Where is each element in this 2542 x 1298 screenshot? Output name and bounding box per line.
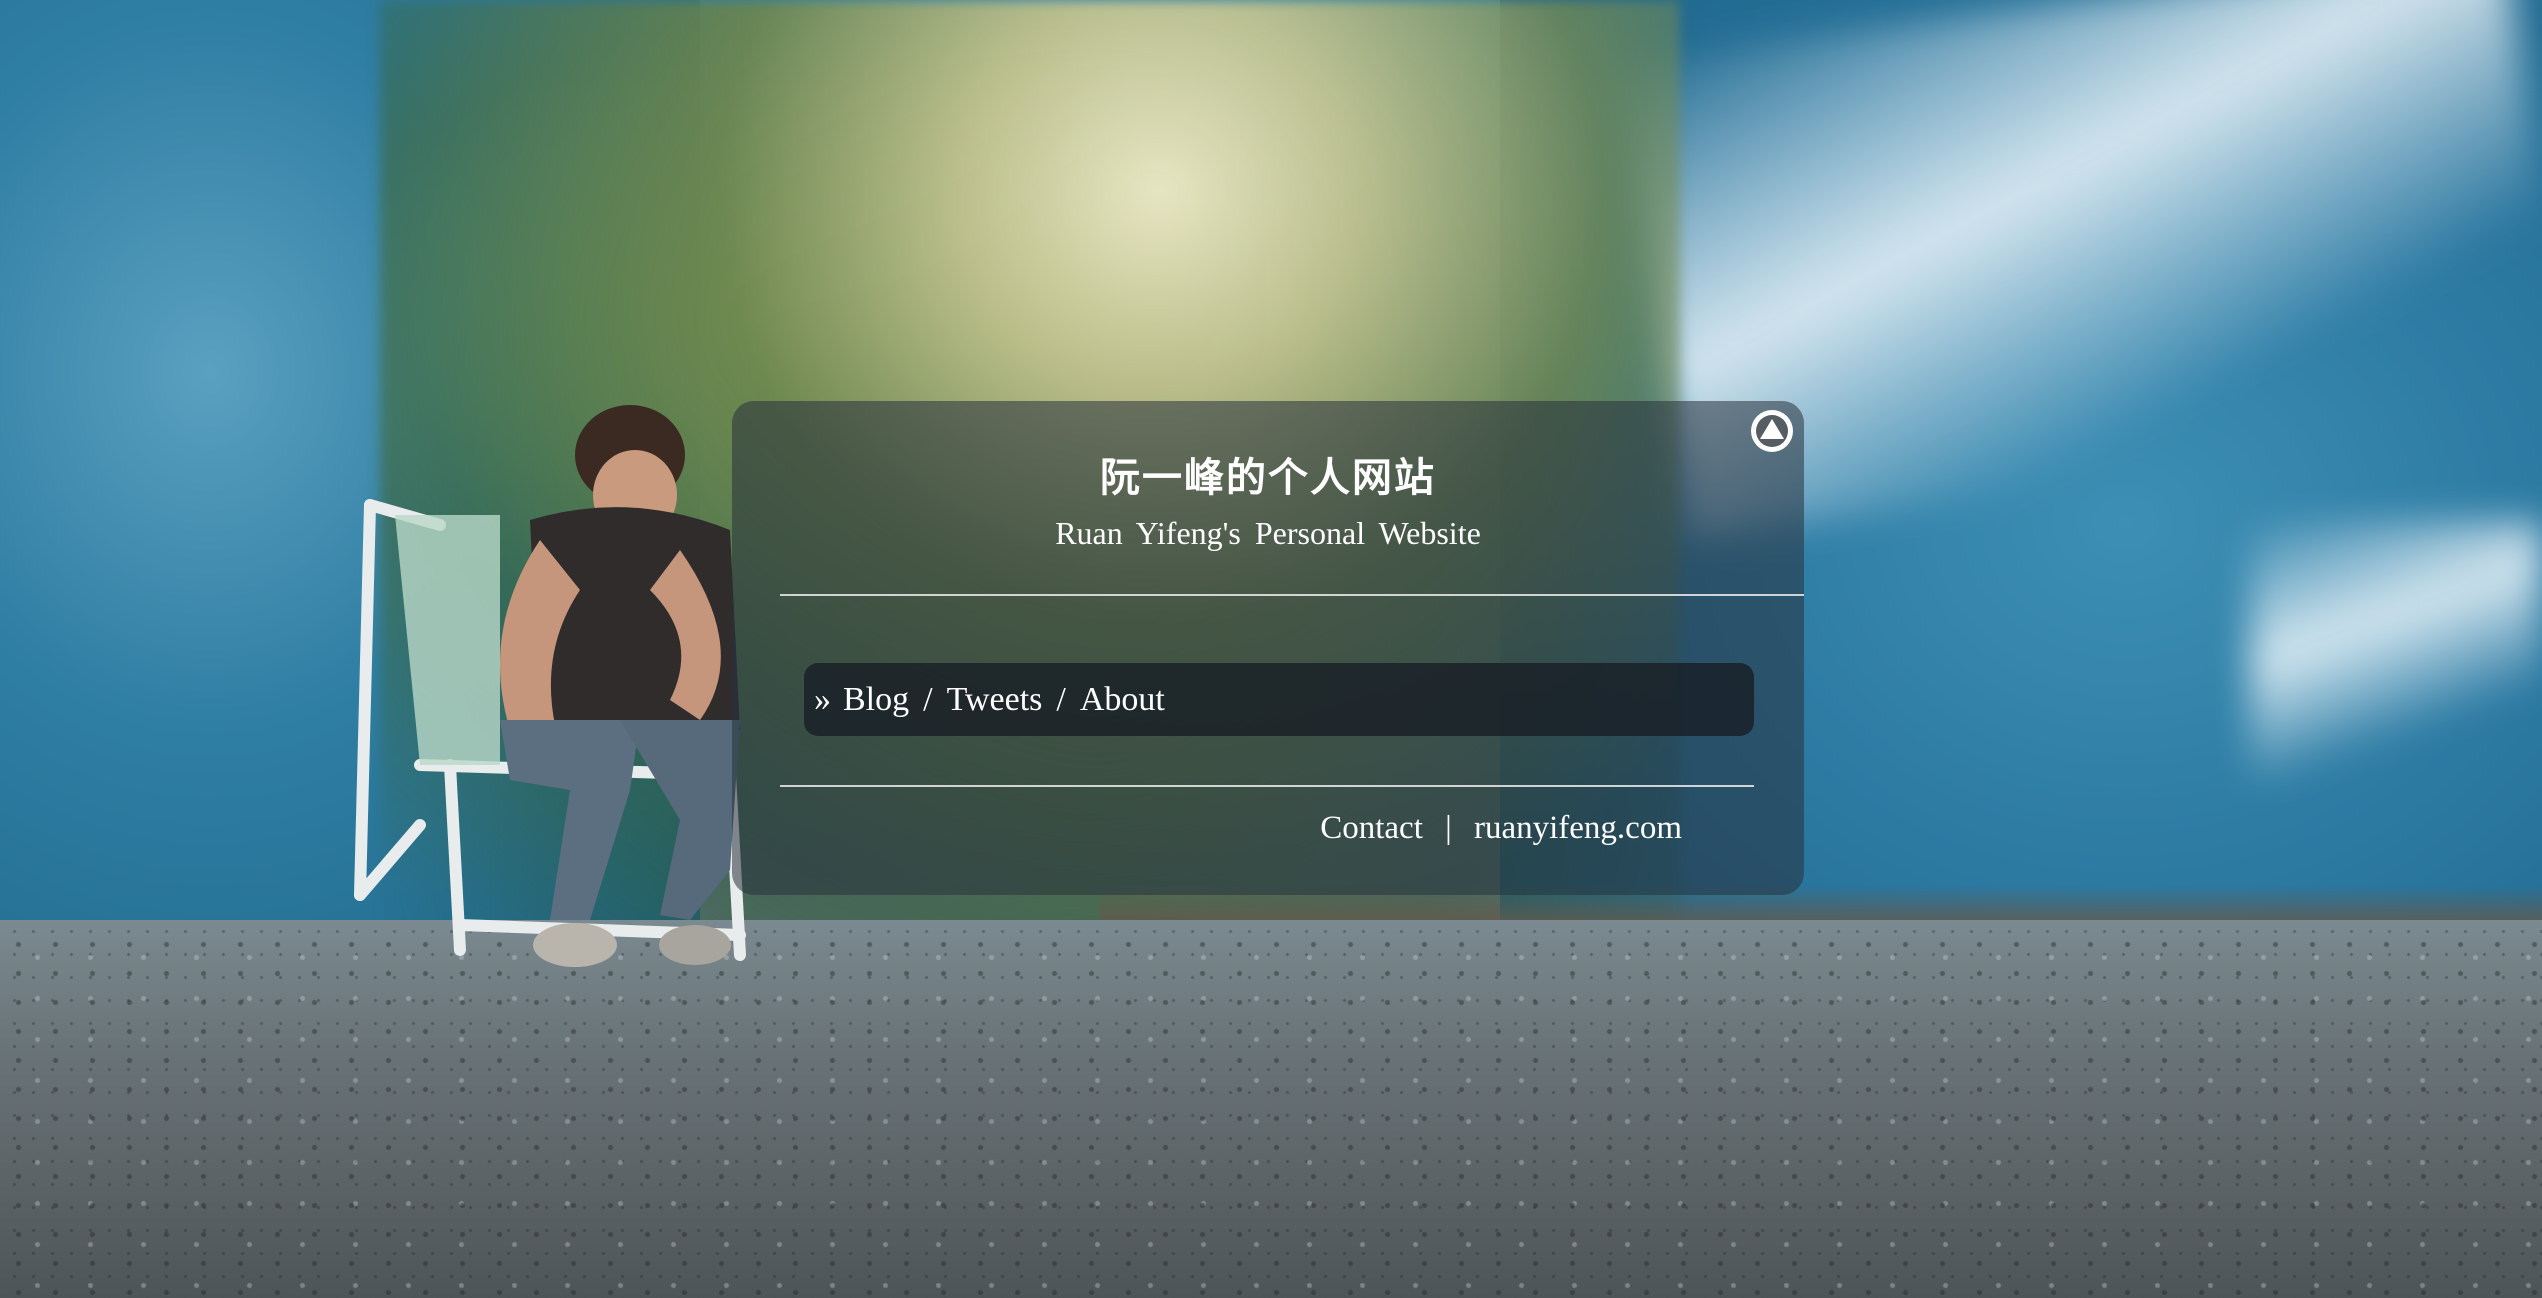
background-ground <box>0 920 2542 1298</box>
triangle-up-circle-icon <box>1753 412 1791 450</box>
site-card: 阮一峰的个人网站 Ruan Yifeng's Personal Website … <box>732 401 1804 895</box>
site-subtitle: Ruan Yifeng's Personal Website <box>1055 515 1481 551</box>
divider-bottom <box>780 785 1754 787</box>
domain-link[interactable]: ruanyifeng.com <box>1474 810 1682 846</box>
nav-marker: » <box>814 680 831 718</box>
background-ground-texture <box>0 930 2542 1298</box>
nav-separator: / <box>923 680 933 718</box>
footer-separator: | <box>1445 810 1452 846</box>
nav-link-blog[interactable]: Blog <box>843 681 909 719</box>
nav-link-about[interactable]: About <box>1080 681 1165 719</box>
page-background: 阮一峰的个人网站 Ruan Yifeng's Personal Website … <box>0 0 2542 1298</box>
nav-link-tweets[interactable]: Tweets <box>947 681 1043 719</box>
background-sunlight <box>2250 520 2542 780</box>
background-chair <box>354 499 746 961</box>
footer-links: Contact | ruanyifeng.com <box>732 807 1682 849</box>
main-nav: » Blog / Tweets / About <box>804 663 1754 736</box>
background-baseboard <box>1100 885 2542 955</box>
divider-top <box>780 594 1804 596</box>
nav-separator: / <box>1056 680 1066 718</box>
background-wall-left <box>0 0 700 930</box>
site-title: 阮一峰的个人网站 <box>1100 454 1436 501</box>
contact-link[interactable]: Contact <box>1320 810 1423 846</box>
collapse-button[interactable] <box>1751 410 1793 452</box>
